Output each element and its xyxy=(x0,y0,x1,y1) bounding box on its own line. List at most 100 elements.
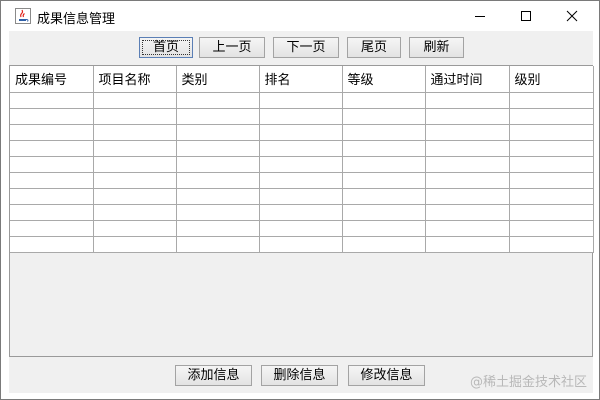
table-row[interactable] xyxy=(10,188,594,205)
table-cell[interactable] xyxy=(509,156,594,173)
edit-info-button[interactable]: 修改信息 xyxy=(348,365,425,386)
table-cell[interactable] xyxy=(425,108,510,125)
column-header-project-name[interactable]: 项目名称 xyxy=(93,66,177,93)
close-button[interactable] xyxy=(549,1,595,31)
table-row[interactable] xyxy=(10,108,594,125)
table-cell[interactable] xyxy=(425,204,510,221)
table-cell[interactable] xyxy=(259,92,343,109)
table-cell[interactable] xyxy=(93,156,177,173)
results-table[interactable]: 成果编号 项目名称 类别 排名 等级 通过时间 级别 xyxy=(10,66,594,253)
table-cell[interactable] xyxy=(93,140,177,157)
table-cell[interactable] xyxy=(425,124,510,141)
table-cell[interactable] xyxy=(10,188,94,205)
table-cell[interactable] xyxy=(259,108,343,125)
first-page-button[interactable]: 首页 xyxy=(139,37,193,58)
table-cell[interactable] xyxy=(176,92,260,109)
title-bar[interactable]: 成果信息管理 xyxy=(1,1,599,31)
table-cell[interactable] xyxy=(259,220,343,237)
table-cell[interactable] xyxy=(259,236,343,253)
previous-page-button[interactable]: 上一页 xyxy=(199,37,265,58)
table-cell[interactable] xyxy=(342,220,426,237)
column-header-achievement-id[interactable]: 成果编号 xyxy=(10,66,94,93)
table-cell[interactable] xyxy=(342,172,426,189)
table-cell[interactable] xyxy=(176,108,260,125)
table-cell[interactable] xyxy=(93,236,177,253)
table-cell[interactable] xyxy=(93,92,177,109)
table-cell[interactable] xyxy=(425,236,510,253)
table-cell[interactable] xyxy=(342,108,426,125)
table-cell[interactable] xyxy=(10,140,94,157)
next-page-button[interactable]: 下一页 xyxy=(273,37,339,58)
table-cell[interactable] xyxy=(509,140,594,157)
results-table-scrollpane[interactable]: 成果编号 项目名称 类别 排名 等级 通过时间 级别 xyxy=(9,65,594,357)
table-cell[interactable] xyxy=(509,124,594,141)
table-row[interactable] xyxy=(10,92,594,109)
table-cell[interactable] xyxy=(259,156,343,173)
table-cell[interactable] xyxy=(10,92,94,109)
delete-info-button[interactable]: 删除信息 xyxy=(261,365,338,386)
table-cell[interactable] xyxy=(10,172,94,189)
table-cell[interactable] xyxy=(509,236,594,253)
table-row[interactable] xyxy=(10,124,594,141)
table-cell[interactable] xyxy=(176,124,260,141)
table-cell[interactable] xyxy=(93,204,177,221)
table-cell[interactable] xyxy=(509,220,594,237)
table-cell[interactable] xyxy=(509,204,594,221)
table-cell[interactable] xyxy=(10,156,94,173)
table-cell[interactable] xyxy=(176,204,260,221)
table-cell[interactable] xyxy=(509,172,594,189)
table-cell[interactable] xyxy=(259,188,343,205)
table-cell[interactable] xyxy=(509,188,594,205)
table-cell[interactable] xyxy=(425,140,510,157)
table-cell[interactable] xyxy=(176,172,260,189)
column-header-category[interactable]: 类别 xyxy=(176,66,260,93)
table-cell[interactable] xyxy=(425,220,510,237)
table-cell[interactable] xyxy=(10,236,94,253)
table-cell[interactable] xyxy=(93,220,177,237)
table-cell[interactable] xyxy=(176,156,260,173)
table-cell[interactable] xyxy=(93,108,177,125)
table-cell[interactable] xyxy=(342,140,426,157)
table-cell[interactable] xyxy=(342,156,426,173)
refresh-button[interactable]: 刷新 xyxy=(409,37,464,58)
table-row[interactable] xyxy=(10,204,594,221)
table-cell[interactable] xyxy=(342,204,426,221)
table-body[interactable] xyxy=(10,92,594,253)
table-cell[interactable] xyxy=(176,140,260,157)
table-row[interactable] xyxy=(10,172,594,189)
table-cell[interactable] xyxy=(10,108,94,125)
table-cell[interactable] xyxy=(509,108,594,125)
column-header-pass-time[interactable]: 通过时间 xyxy=(425,66,510,93)
table-cell[interactable] xyxy=(425,188,510,205)
table-cell[interactable] xyxy=(10,204,94,221)
table-cell[interactable] xyxy=(259,172,343,189)
table-cell[interactable] xyxy=(342,92,426,109)
table-row[interactable] xyxy=(10,220,594,237)
table-cell[interactable] xyxy=(93,124,177,141)
table-row[interactable] xyxy=(10,236,594,253)
table-cell[interactable] xyxy=(342,236,426,253)
table-cell[interactable] xyxy=(176,220,260,237)
table-cell[interactable] xyxy=(259,140,343,157)
table-cell[interactable] xyxy=(342,188,426,205)
minimize-button[interactable] xyxy=(457,1,503,31)
column-header-grade[interactable]: 等级 xyxy=(342,66,426,93)
column-header-level[interactable]: 级别 xyxy=(509,66,594,93)
table-row[interactable] xyxy=(10,156,594,173)
maximize-button[interactable] xyxy=(503,1,549,31)
last-page-button[interactable]: 尾页 xyxy=(347,37,401,58)
table-cell[interactable] xyxy=(509,92,594,109)
table-cell[interactable] xyxy=(93,172,177,189)
column-header-rank[interactable]: 排名 xyxy=(259,66,343,93)
table-cell[interactable] xyxy=(425,156,510,173)
table-cell[interactable] xyxy=(425,172,510,189)
table-cell[interactable] xyxy=(425,92,510,109)
table-cell[interactable] xyxy=(342,124,426,141)
table-cell[interactable] xyxy=(259,204,343,221)
table-cell[interactable] xyxy=(10,124,94,141)
table-cell[interactable] xyxy=(10,220,94,237)
add-info-button[interactable]: 添加信息 xyxy=(175,365,252,386)
table-row[interactable] xyxy=(10,140,594,157)
table-cell[interactable] xyxy=(259,124,343,141)
table-cell[interactable] xyxy=(93,188,177,205)
